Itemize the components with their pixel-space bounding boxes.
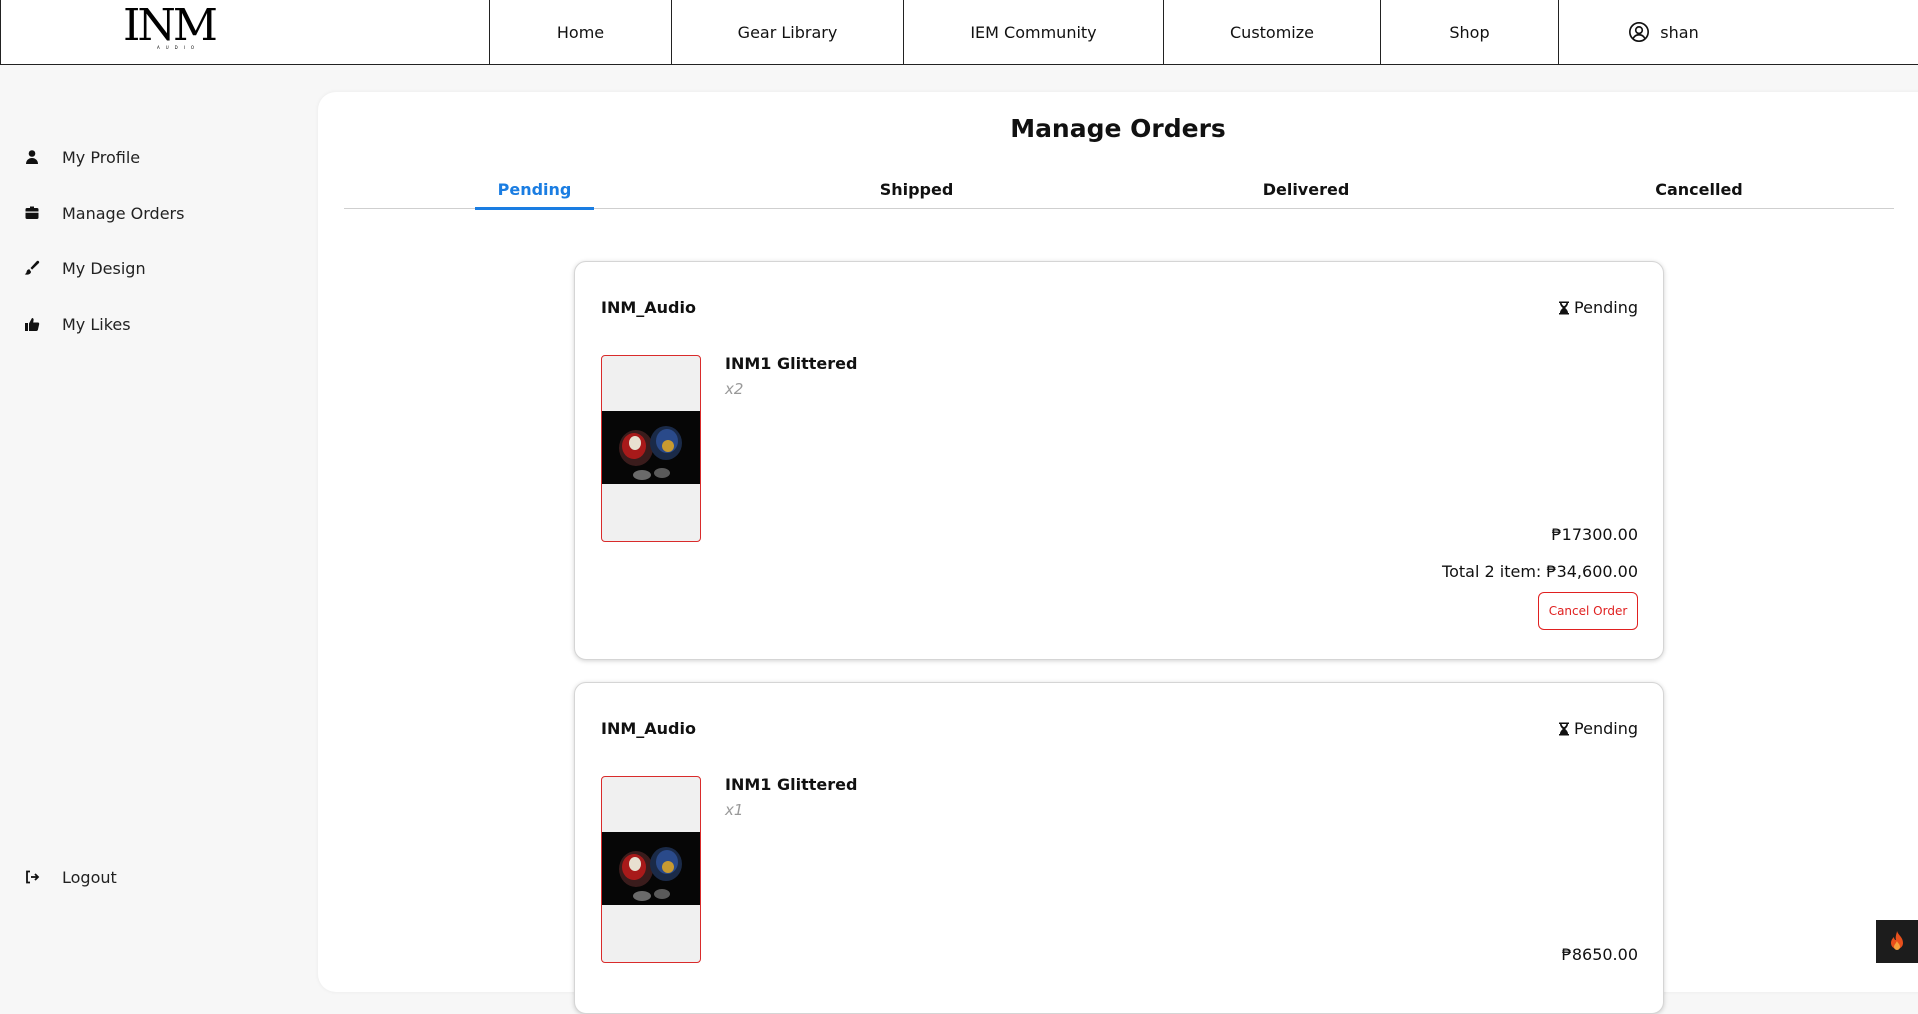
product-thumbnail[interactable] — [601, 355, 701, 542]
nav-home[interactable]: Home — [489, 0, 671, 64]
sidebar-item-manage-orders[interactable]: Manage Orders — [24, 198, 184, 228]
shop-name: INM_Audio — [601, 298, 696, 317]
hourglass-icon — [1558, 301, 1570, 315]
order-card: INM_Audio Pending INM1 Glittered x1 ₱865… — [574, 682, 1664, 1014]
flame-widget-button[interactable] — [1876, 920, 1918, 963]
product-thumbnail[interactable] — [601, 776, 701, 963]
product-price: ₱8650.00 — [1561, 945, 1638, 964]
page-title: Manage Orders — [1010, 114, 1226, 143]
tab-pending[interactable]: Pending — [475, 172, 594, 210]
nav-user-menu[interactable]: shan — [1558, 0, 1768, 64]
order-status: Pending — [1558, 719, 1638, 738]
sidebar-item-my-profile[interactable]: My Profile — [24, 142, 140, 172]
main-nav: Home Gear Library IEM Community Customiz… — [489, 0, 1768, 64]
logo-text: INM — [123, 0, 218, 51]
product-image — [602, 832, 700, 905]
nav-shop[interactable]: Shop — [1380, 0, 1558, 64]
status-label: Pending — [1574, 719, 1638, 738]
tab-shipped[interactable]: Shipped — [857, 172, 976, 206]
logo-subtext: AUDIO — [157, 45, 201, 50]
tab-cancelled[interactable]: Cancelled — [1634, 172, 1764, 206]
brush-icon — [24, 260, 40, 276]
order-total: Total 2 item: ₱34,600.00 — [1442, 562, 1638, 581]
shop-name: INM_Audio — [601, 719, 696, 738]
hourglass-icon — [1558, 722, 1570, 736]
logout-icon — [24, 869, 40, 885]
product-name: INM1 Glittered — [725, 354, 858, 373]
flame-icon — [1887, 930, 1907, 954]
nav-iem-community[interactable]: IEM Community — [903, 0, 1163, 64]
sidebar-item-label: Manage Orders — [62, 203, 185, 223]
nav-customize[interactable]: Customize — [1163, 0, 1380, 64]
sidebar-item-label: Logout — [62, 867, 117, 887]
product-name: INM1 Glittered — [725, 775, 858, 794]
sidebar-item-label: My Likes — [62, 314, 131, 334]
sidebar-item-my-design[interactable]: My Design — [24, 253, 146, 283]
tab-delivered[interactable]: Delivered — [1241, 172, 1371, 206]
thumbs-up-icon — [24, 316, 40, 332]
nav-gear-library[interactable]: Gear Library — [671, 0, 903, 64]
sidebar-item-label: My Design — [62, 258, 146, 278]
status-label: Pending — [1574, 298, 1638, 317]
top-navbar: INM AUDIO Home Gear Library IEM Communit… — [0, 0, 1918, 65]
order-card: INM_Audio Pending INM1 Glittered x2 ₱173… — [574, 261, 1664, 660]
sidebar-item-logout[interactable]: Logout — [24, 862, 117, 892]
product-quantity: x1 — [725, 801, 744, 819]
order-status-tabs: Pending Shipped Delivered Cancelled — [344, 172, 1894, 210]
product-quantity: x2 — [725, 380, 744, 398]
box-icon — [24, 205, 40, 221]
sidebar-item-label: My Profile — [62, 147, 141, 167]
brand-logo[interactable]: INM AUDIO — [123, 0, 218, 52]
product-image — [602, 411, 700, 484]
sidebar-item-my-likes[interactable]: My Likes — [24, 309, 131, 339]
user-name: shan — [1660, 22, 1699, 42]
user-icon — [24, 149, 40, 165]
cancel-order-button[interactable]: Cancel Order — [1538, 592, 1638, 630]
user-circle-icon — [1628, 21, 1650, 43]
order-status: Pending — [1558, 298, 1638, 317]
product-price: ₱17300.00 — [1551, 525, 1638, 544]
